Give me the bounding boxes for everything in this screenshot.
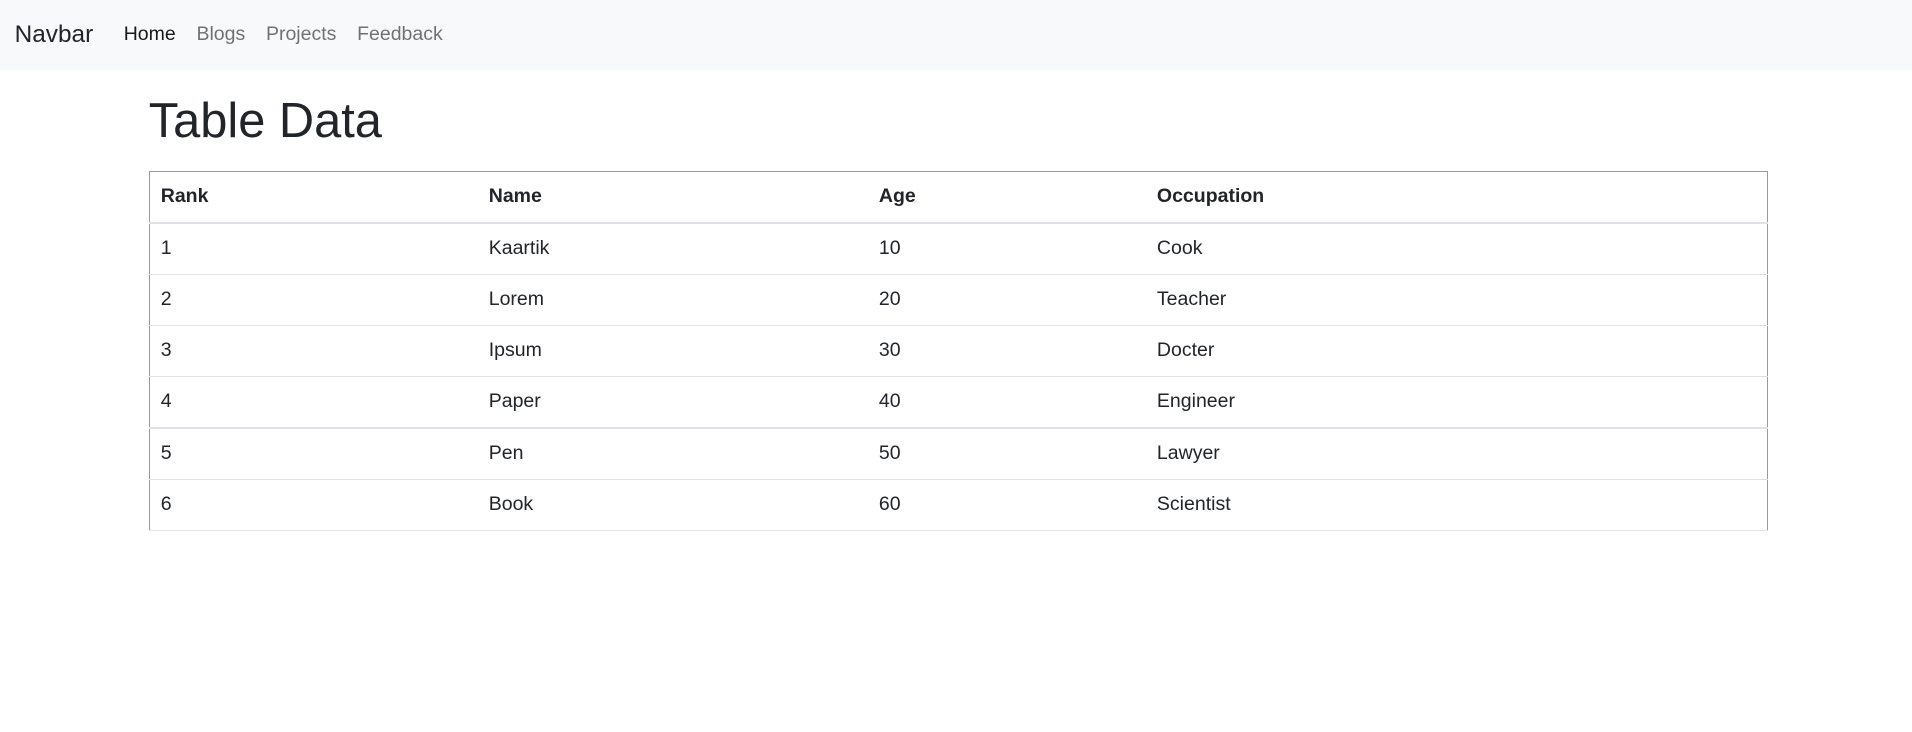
table-row: 6 Book 60 Scientist [149,479,1768,531]
cell-rank: 3 [149,325,478,377]
header-age: Age [867,171,1146,224]
cell-name: Lorem [477,274,868,326]
cell-name: Book [477,479,868,531]
cell-occupation: Engineer [1145,376,1768,429]
cell-age: 50 [867,427,1146,480]
nav-link-feedback[interactable]: Feedback [357,23,443,46]
main-container: Table Data Rank Name Age Occupation 1 Kaa… [148,70,1769,531]
table-row: 5 Pen 50 Lawyer [149,427,1768,480]
cell-occupation: Scientist [1145,479,1768,531]
cell-name: Kaartik [477,222,868,275]
cell-occupation: Docter [1145,325,1768,377]
cell-rank: 1 [149,222,478,275]
cell-rank: 4 [149,376,478,429]
cell-rank: 6 [149,479,478,531]
header-rank: Rank [149,171,478,224]
table-header-row: Rank Name Age Occupation [149,171,1768,224]
cell-name: Paper [477,376,868,429]
table-row: 3 Ipsum 30 Docter [149,325,1768,377]
cell-occupation: Lawyer [1145,427,1768,480]
cell-name: Pen [477,427,868,480]
page-title: Table Data [148,94,382,149]
cell-name: Ipsum [477,325,868,377]
cell-rank: 5 [149,427,478,480]
cell-rank: 2 [149,274,478,326]
cell-age: 40 [867,376,1146,429]
navbar: Navbar Home Blogs Projects Feedback [0,0,1912,70]
header-name: Name [477,171,868,224]
cell-age: 30 [867,325,1146,377]
cell-occupation: Teacher [1145,274,1768,326]
navbar-brand[interactable]: Navbar [15,21,94,49]
nav-link-blogs[interactable]: Blogs [196,23,245,46]
table-row: 1 Kaartik 10 Cook [149,222,1768,275]
data-table: Rank Name Age Occupation 1 Kaartik 10 Cook 2… [148,170,1769,531]
cell-age: 10 [867,222,1146,275]
cell-age: 60 [867,479,1146,531]
header-occupation: Occupation [1145,171,1768,224]
cell-age: 20 [867,274,1146,326]
cell-occupation: Cook [1145,222,1768,275]
nav-link-projects[interactable]: Projects [266,23,336,46]
nav-link-home[interactable]: Home [124,23,176,46]
table-row: 4 Paper 40 Engineer [149,376,1768,429]
table-row: 2 Lorem 20 Teacher [149,274,1768,326]
